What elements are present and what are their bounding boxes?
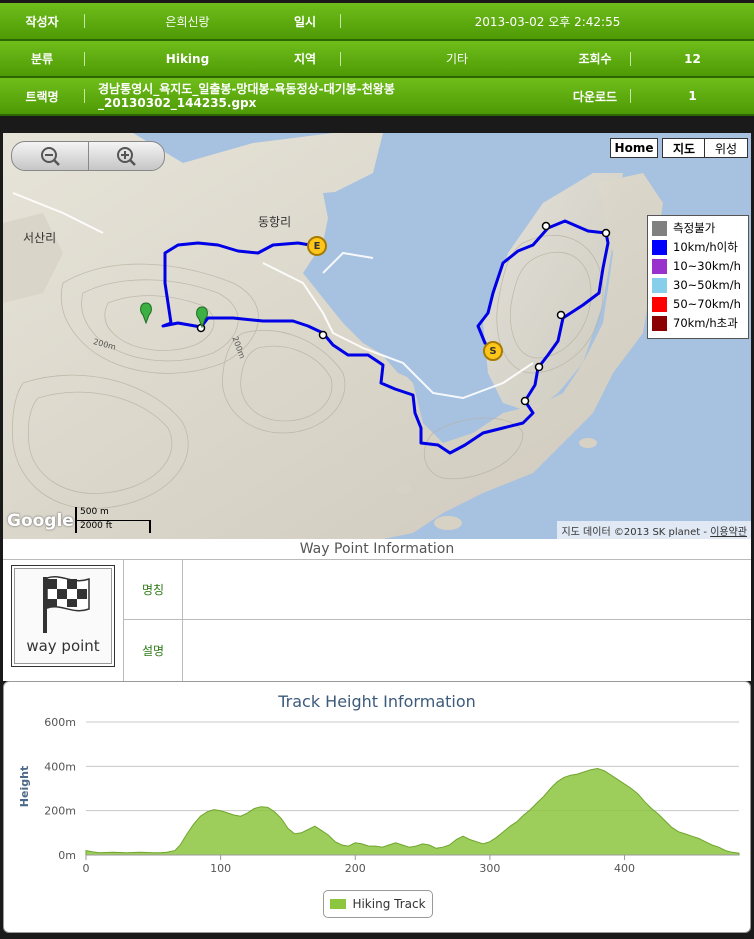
y-tick-label: 0m xyxy=(58,849,76,862)
waypoint-name-value xyxy=(183,559,751,620)
end-marker[interactable]: E xyxy=(307,236,327,256)
map-home-button[interactable]: Home xyxy=(610,138,658,158)
x-tick-label: 200 xyxy=(345,862,366,875)
y-tick-label: 200m xyxy=(44,805,76,818)
zoom-out-icon xyxy=(41,147,60,166)
download-label: 다운로드 xyxy=(572,89,618,104)
download-count[interactable]: 1 xyxy=(631,78,754,114)
views-label: 조회수 xyxy=(578,52,612,66)
y-tick-label: 400m xyxy=(44,760,76,773)
checkered-flag-icon xyxy=(43,576,90,633)
y-tick-label: 600m xyxy=(44,716,76,729)
map-scale: 500 m 2000 ft xyxy=(75,507,153,533)
terms-link[interactable]: 이용약관 xyxy=(710,523,747,538)
place-label-donghang: 동항리 xyxy=(258,215,292,229)
track-name: 경남통영시_욕지도_일출봉-망대봉-욕동정상-대기봉-천왕봉 _20130302… xyxy=(98,78,478,114)
info-row-author: 작성자 은희신랑 일시 2013-03-02 오후 2:42:55 xyxy=(0,3,754,41)
waypoint-icon-label: way point xyxy=(26,637,100,655)
speed-legend: 측정불가 10km/h이하 10~30km/h 30~50km/h 50~70k… xyxy=(647,215,749,339)
x-tick-label: 100 xyxy=(210,862,231,875)
x-tick-label: 300 xyxy=(479,862,500,875)
waypoint-name-label: 명칭 xyxy=(124,559,183,620)
legend-item: 70km/h초과 xyxy=(652,314,738,332)
waypoint-desc-value xyxy=(183,620,751,681)
zoom-in-button[interactable] xyxy=(88,142,164,170)
info-row-track: 트랙명 경남통영시_욕지도_일출봉-망대봉-욕동정상-대기봉-천왕봉 _2013… xyxy=(0,78,754,116)
map-attribution: 지도 데이터 ©2013 SK planet - 이용약관 xyxy=(557,521,751,539)
track-map[interactable]: E S 동항리 서산리 200m 200m Home 지도 위성 측정불가 10… xyxy=(3,133,751,539)
legend-item: 50~70km/h xyxy=(652,295,741,313)
scale-imperial: 2000 ft xyxy=(80,521,113,531)
info-table: 작성자 은희신랑 일시 2013-03-02 오후 2:42:55 분류 Hik… xyxy=(0,0,754,117)
map-type-map-button[interactable]: 지도 xyxy=(662,138,706,158)
zoom-in-icon xyxy=(117,147,136,166)
region-value: 기타 xyxy=(445,52,469,66)
category-label: 분류 xyxy=(30,52,54,66)
attribution-text: 지도 데이터 ©2013 SK planet - xyxy=(561,526,707,538)
gps-track xyxy=(140,219,611,455)
info-row-category: 분류 Hiking 지역 기타 조회수 12 xyxy=(0,41,754,78)
zoom-out-button[interactable] xyxy=(12,142,89,170)
chart-legend[interactable]: Hiking Track xyxy=(323,890,433,918)
waypoint-icon-box: way point xyxy=(11,565,115,667)
legend-item: 10km/h이하 xyxy=(652,238,738,256)
waypoint-pin-2[interactable] xyxy=(196,306,208,329)
views-value: 12 xyxy=(684,51,701,66)
date-label: 일시 xyxy=(293,14,317,29)
google-logo[interactable]: Google xyxy=(7,511,74,531)
legend-label: Hiking Track xyxy=(352,897,426,911)
zoom-control xyxy=(11,141,165,171)
height-chart-panel: Track Height Information Height 0m 200m 40… xyxy=(3,681,751,933)
legend-item: 측정불가 xyxy=(652,219,715,237)
place-label-seosan: 서산리 xyxy=(23,231,57,245)
legend-item: 10~30km/h xyxy=(652,257,741,275)
category-value: Hiking xyxy=(165,51,210,66)
scale-metric: 500 m xyxy=(80,507,109,517)
track-label: 트랙명 xyxy=(25,89,59,104)
waypoint-pin-1[interactable] xyxy=(140,302,152,325)
track-name-line2: _20130302_144235.gpx xyxy=(98,96,257,110)
start-marker[interactable]: S xyxy=(483,341,503,361)
region-label: 지역 xyxy=(293,52,317,66)
x-tick-label: 400 xyxy=(614,862,635,875)
date-value: 2013-03-02 오후 2:42:55 xyxy=(474,14,621,29)
track-name-line1: 경남통영시_욕지도_일출봉-망대봉-욕동정상-대기봉-천왕봉 xyxy=(98,82,395,96)
waypoint-title: Way Point Information xyxy=(3,539,751,560)
height-area-series[interactable] xyxy=(85,767,740,856)
author-value: 은희신랑 xyxy=(165,14,210,29)
legend-swatch xyxy=(330,899,347,909)
waypoint-desc-label: 설명 xyxy=(124,620,183,681)
x-tick-label: 0 xyxy=(83,862,90,875)
map-type-satellite-button[interactable]: 위성 xyxy=(704,138,748,158)
author-label: 작성자 xyxy=(25,14,59,29)
waypoint-panel: Way Point Information way point 명칭 설명 xyxy=(3,539,751,681)
legend-item: 30~50km/h xyxy=(652,276,741,294)
